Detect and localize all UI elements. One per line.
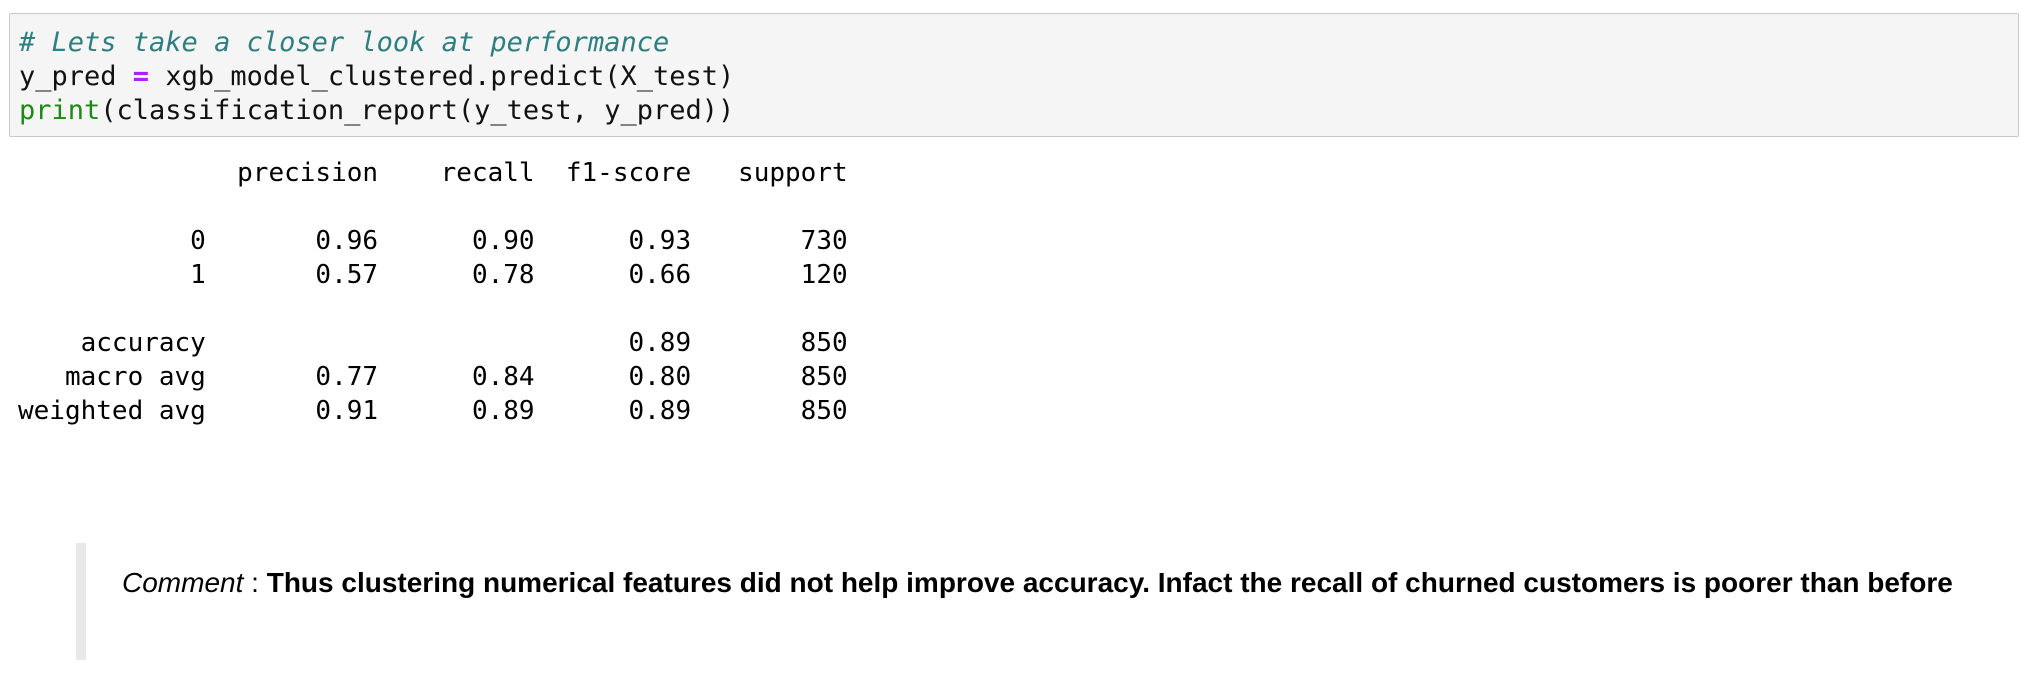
code-comment: # Lets take a closer look at performance — [19, 27, 670, 58]
code-builtin-print: print — [19, 95, 101, 126]
report-blank-line — [18, 190, 848, 224]
report-row-accuracy: accuracy 0.89 850 — [18, 328, 848, 358]
code-cell[interactable]: # Lets take a closer look at performance… — [9, 13, 2019, 137]
code-line-2: y_pred = xgb_model_clustered.predict(X_t… — [19, 60, 2018, 94]
report-row-class-1: 1 0.57 0.78 0.66 120 — [18, 260, 848, 290]
code-predict-call: xgb_model_clustered.predict(X_test) — [149, 61, 735, 92]
code-line-3: print(classification_report(y_test, y_pr… — [19, 94, 2018, 128]
report-row-weighted-avg: weighted avg 0.91 0.89 0.89 850 — [18, 396, 848, 426]
report-blank-line — [18, 292, 848, 326]
cell-output: precision recall f1-score support 0 0.96… — [18, 156, 848, 428]
comment-text: Thus clustering numerical features did n… — [266, 567, 1953, 598]
code-print-args: (classification_report(y_test, y_pred)) — [100, 95, 735, 126]
report-header-line: precision recall f1-score support — [18, 158, 848, 188]
markdown-comment-cell: Comment : Thus clustering numerical feat… — [76, 543, 1976, 660]
comment-separator: : — [243, 567, 267, 598]
code-operator: = — [132, 61, 150, 92]
report-row-class-0: 0 0.96 0.90 0.93 730 — [18, 226, 848, 256]
code-line-1: # Lets take a closer look at performance — [19, 26, 2018, 60]
report-row-macro-avg: macro avg 0.77 0.84 0.80 850 — [18, 362, 848, 392]
code-assign-target: y_pred — [19, 61, 133, 92]
comment-label: Comment — [122, 567, 244, 598]
